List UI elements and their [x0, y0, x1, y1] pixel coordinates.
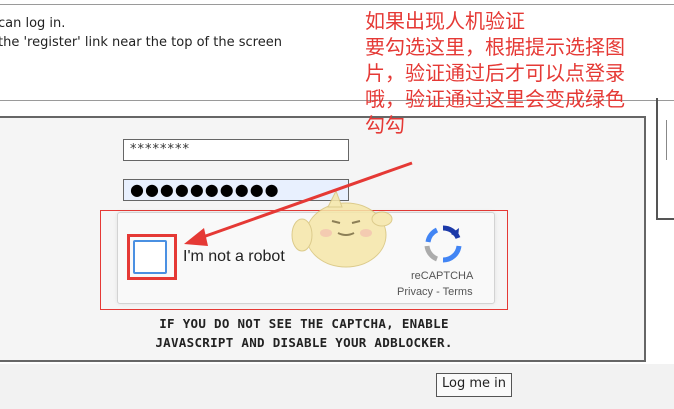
top-divider [0, 4, 674, 5]
login-button[interactable]: Log me in [436, 373, 512, 397]
mascot-sticker-icon [291, 189, 393, 268]
annotation-line-4: 哦，验证通过这里会变成绿色 [365, 87, 625, 111]
link-separator: - [433, 286, 443, 298]
annotation-line-5: 勾勾 [365, 113, 405, 137]
recaptcha-logo-icon [424, 225, 462, 263]
recaptcha-label: I'm not a robot [183, 248, 285, 265]
terms-link[interactable]: Terms [443, 286, 473, 298]
annotation-line-3: 片，验证通过后才可以点登录 [365, 61, 625, 85]
annotation-line-1: 如果出现人机验证 [365, 9, 525, 33]
recaptcha-links: Privacy - Terms [397, 286, 473, 298]
recaptcha-brand: reCAPTCHA [411, 270, 474, 282]
bottom-bar [0, 364, 674, 409]
warning-line-1: IF YOU DO NOT SEE THE CAPTCHA, ENABLE [159, 316, 449, 331]
annotation-text: 如果出现人机验证 要勾选这里，根据提示选择图 片，验证通过后才可以点登录 哦，验… [365, 8, 670, 138]
privacy-link[interactable]: Privacy [397, 286, 433, 298]
warning-line-2: JAVASCRIPT AND DISABLE YOUR ADBLOCKER. [155, 335, 453, 350]
notice-line-2: the 'register' link near the top of the … [0, 35, 282, 50]
recaptcha-checkbox[interactable] [133, 240, 167, 274]
notice-line-1: can log in. [0, 16, 66, 31]
username-field[interactable]: ******** [123, 139, 349, 161]
annotation-line-2: 要勾选这里，根据提示选择图 [365, 35, 625, 59]
captcha-warning: IF YOU DO NOT SEE THE CAPTCHA, ENABLE JA… [0, 314, 608, 352]
